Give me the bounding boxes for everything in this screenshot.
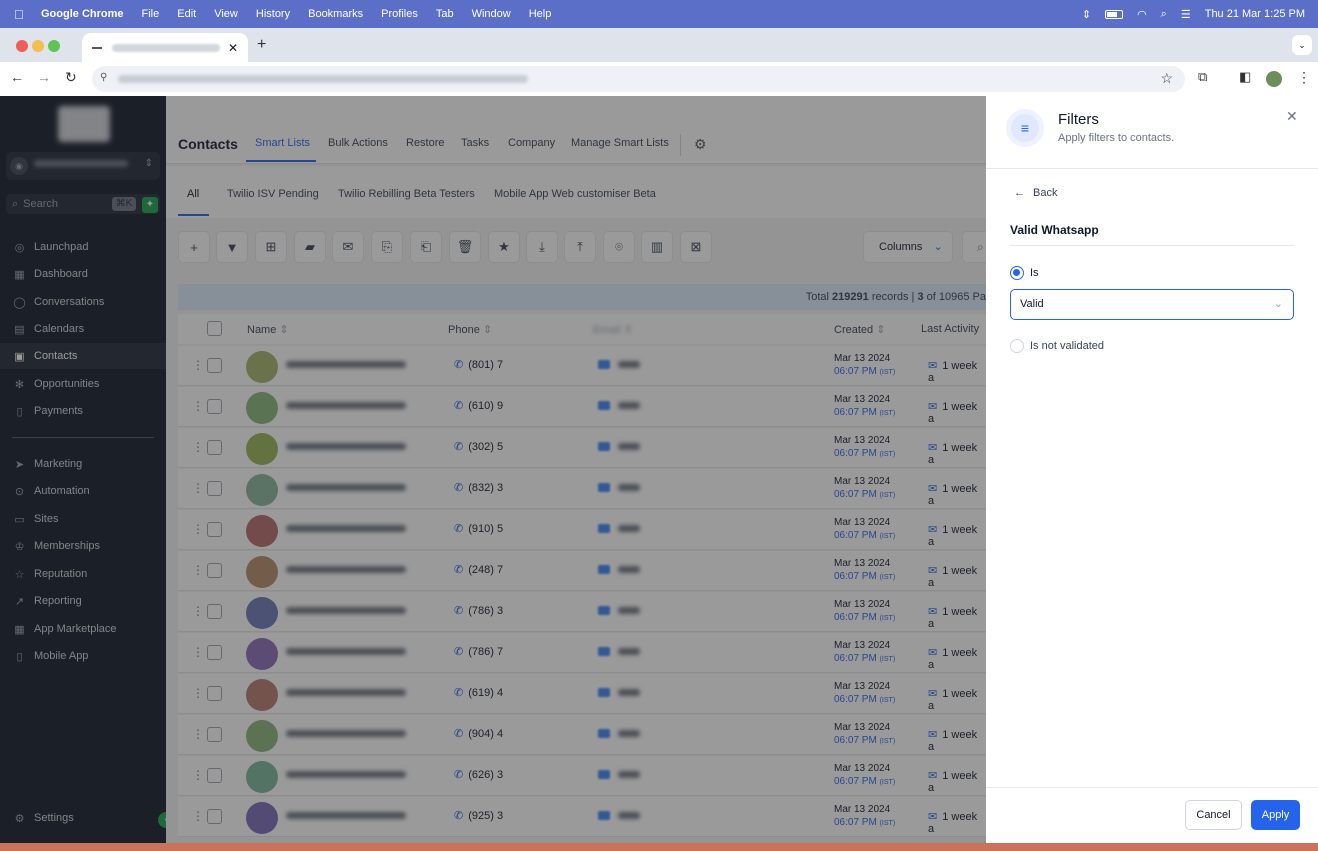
close-icon[interactable]: ✕ [1286, 108, 1298, 125]
menu-tab[interactable]: Tab [436, 8, 454, 20]
tab-search-icon[interactable]: ⌄ [1292, 35, 1312, 55]
panel-footer-divider [986, 787, 1318, 788]
tab-title [112, 44, 220, 52]
back-label: Back [1033, 187, 1058, 199]
macos-menubar:  Google Chrome File Edit View History B… [0, 0, 1318, 28]
control-center-icon[interactable]: ☰ [1181, 8, 1191, 21]
close-tab-icon[interactable]: ✕ [228, 41, 238, 55]
extensions-icon[interactable]: ⧉ [1198, 69, 1207, 85]
status-area: ⇕ ◠ ⌕ ☰ Thu 21 Mar 1:25 PM [1082, 0, 1305, 28]
side-panel-icon[interactable]: ◧ [1239, 69, 1251, 85]
chevron-down-icon: ⌄ [1273, 298, 1283, 310]
back-icon[interactable]: ← [10, 69, 24, 85]
menu-help[interactable]: Help [529, 8, 552, 20]
option-not-label: Is not validated [1030, 339, 1104, 352]
menu-history[interactable]: History [256, 8, 290, 20]
menu-profiles[interactable]: Profiles [381, 8, 418, 20]
control-icon[interactable]: ⇕ [1082, 8, 1091, 21]
reload-icon[interactable]: ↻ [65, 69, 77, 86]
site-info-icon[interactable]: ⚲ [100, 72, 107, 83]
filters-panel: ≡ Filters Apply filters to contacts. ✕ ←… [986, 96, 1318, 843]
arrow-left-icon: ← [1014, 187, 1025, 199]
favicon-icon [92, 47, 102, 49]
filter-icon-badge: ≡ [1006, 109, 1044, 147]
app-name[interactable]: Google Chrome [41, 8, 124, 20]
radio-checked [1010, 266, 1024, 280]
panel-header-divider [986, 168, 1318, 169]
option-not-validated-radio[interactable]: Is not validated [1010, 339, 1104, 353]
menu-dots-icon[interactable]: ⋮ [1297, 69, 1311, 86]
menu-view[interactable]: View [214, 8, 238, 20]
tab-strip: ✕ + ⌄ [0, 28, 1318, 63]
filters-subtitle: Apply filters to contacts. [1058, 132, 1175, 144]
menu-bookmarks[interactable]: Bookmarks [308, 8, 363, 20]
bookmark-star-icon[interactable]: ☆ [1160, 70, 1173, 87]
address-row: ← → ↻ ⚲ ☆ ⧉ ◧ ⋮ [0, 62, 1318, 96]
new-tab-icon[interactable]: + [257, 36, 266, 54]
menu-edit[interactable]: Edit [177, 8, 196, 20]
spotlight-icon[interactable]: ⌕ [1161, 8, 1167, 21]
selected-value: Valid [1020, 298, 1044, 310]
cancel-button[interactable]: Cancel [1185, 800, 1242, 830]
radio-unchecked [1010, 339, 1024, 353]
browser-chrome: ✕ + ⌄ ← → ↻ ⚲ ☆ ⧉ ◧ ⋮ [0, 28, 1318, 96]
back-button[interactable]: ← Back [1014, 187, 1057, 199]
modal-overlay[interactable] [0, 96, 986, 843]
option-is-label: Is [1030, 266, 1039, 279]
forward-icon[interactable]: → [37, 69, 51, 85]
menu-file[interactable]: File [142, 8, 160, 20]
filter-field-title: Valid Whatsapp [1010, 223, 1099, 237]
filters-title: Filters [1058, 111, 1099, 128]
wifi-icon[interactable]: ◠ [1137, 8, 1147, 21]
browser-tab[interactable]: ✕ [82, 33, 248, 63]
battery-icon[interactable] [1105, 9, 1124, 19]
minimize-window-icon[interactable] [32, 40, 44, 52]
address-bar[interactable]: ⚲ ☆ [92, 66, 1185, 92]
option-is-radio[interactable]: Is [1010, 266, 1039, 280]
url-text [118, 75, 528, 83]
apple-icon[interactable]:  [14, 7, 30, 22]
profile-avatar[interactable] [1266, 71, 1282, 87]
maximize-window-icon[interactable] [48, 40, 60, 52]
desktop-edge [0, 843, 1318, 851]
field-divider [1010, 245, 1294, 246]
close-window-icon[interactable] [16, 40, 28, 52]
menu-window[interactable]: Window [472, 8, 511, 20]
clock[interactable]: Thu 21 Mar 1:25 PM [1205, 8, 1305, 20]
apply-button[interactable]: Apply [1251, 800, 1300, 830]
value-select[interactable]: Valid ⌄ [1010, 289, 1294, 320]
